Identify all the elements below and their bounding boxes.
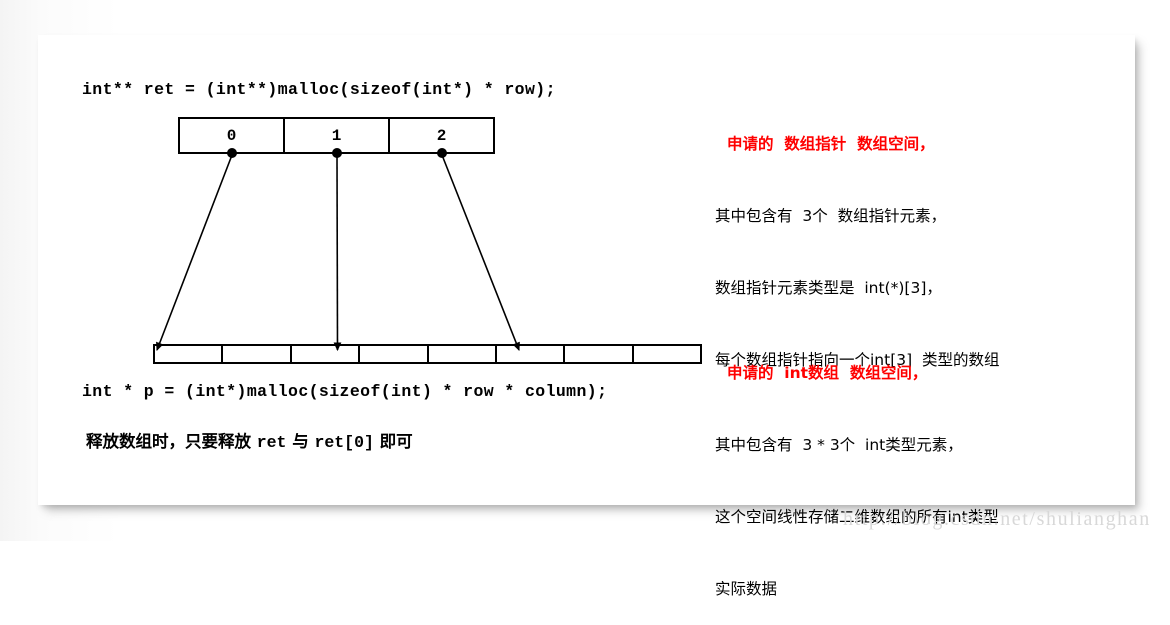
code-line-malloc-pointer-array: int** ret = (int**)malloc(sizeof(int*) *…	[82, 80, 556, 99]
code-line-malloc-int-array: int * p = (int*)malloc(sizeof(int) * row…	[82, 382, 608, 401]
annotation-int-line-3: 实际数据	[715, 580, 778, 598]
pointer-array-row: 0 1 2	[178, 117, 495, 154]
int-array-cell	[497, 346, 566, 362]
annotation-int-line-1: 其中包含有 3 * 3个 int类型元素，	[715, 436, 963, 454]
free-note-text-1: 释放数组时，只要释放	[86, 432, 257, 451]
int-array-cell	[565, 346, 634, 362]
annotation-pointer-line-2: 数组指针元素类型是 int(*)[3]，	[715, 279, 942, 297]
int-data-array-row	[153, 344, 702, 364]
int-array-cell	[360, 346, 429, 362]
free-note-code-ret: ret	[256, 433, 287, 452]
int-array-cell	[223, 346, 292, 362]
pointer-array-cell: 0	[180, 119, 285, 152]
free-note-text-2: 与	[286, 432, 315, 451]
int-array-cell	[292, 346, 361, 362]
annotation-int-heading: 申请的 int数组 数组空间，	[727, 364, 928, 382]
pointer-array-cell: 1	[285, 119, 390, 152]
watermark-url: http://blog.csdn.net/shulianghan	[843, 508, 1151, 530]
annotation-pointer-heading: 申请的 数组指针 数组空间，	[727, 135, 935, 153]
int-array-cell	[155, 346, 224, 362]
annotation-int-array: 申请的 int数组 数组空间， 其中包含有 3 * 3个 int类型元素， 这个…	[715, 313, 999, 625]
int-array-cell	[634, 346, 700, 362]
free-note-code-ret0: ret[0]	[314, 433, 374, 452]
free-memory-note: 释放数组时，只要释放 ret 与 ret[0] 即可	[86, 428, 413, 452]
pointer-array-cell: 2	[436, 126, 447, 145]
free-note-text-3: 即可	[373, 432, 413, 451]
annotation-pointer-line-1: 其中包含有 3个 数组指针元素，	[715, 207, 947, 225]
int-array-cell	[429, 346, 497, 362]
